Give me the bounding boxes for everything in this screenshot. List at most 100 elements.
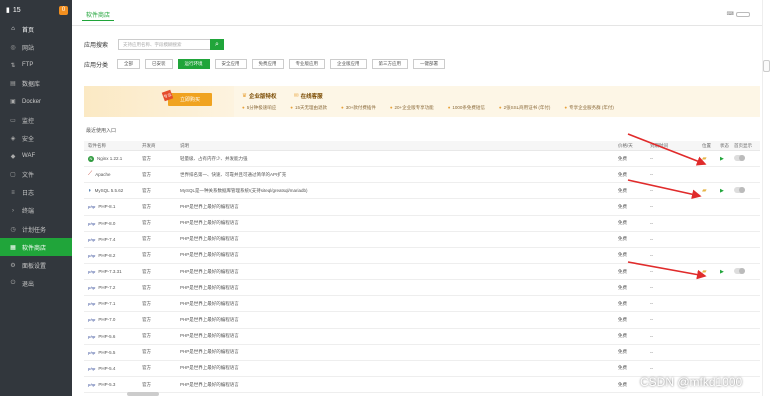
database-icon: ▤ — [10, 81, 16, 88]
table-row[interactable]: php PHP-7.3.31 官方 PHP是世界上最好的编程语言 免费 -- ▰ ▶ — [84, 264, 760, 281]
sidebar-item-10[interactable]: › 终端 — [0, 202, 72, 220]
cell-name[interactable]: php PHP-7.1 — [84, 301, 142, 306]
sidebar-item-12[interactable]: ▦ 软件商店 — [0, 238, 72, 257]
category-button[interactable]: 运行环境 — [177, 59, 210, 69]
category-button[interactable]: 企业版应用 — [330, 59, 367, 69]
sidebar-item-4[interactable]: ▣ Docker — [0, 93, 72, 111]
sidebar-item-9[interactable]: ≡ 日志 — [0, 184, 72, 202]
cell-home[interactable] — [734, 155, 760, 162]
category-button[interactable]: 安全应用 — [214, 59, 247, 69]
col-location: 位置 — [702, 142, 711, 148]
folder-icon[interactable]: ▰ — [702, 156, 707, 162]
sidebar-item-1[interactable]: ◎ 网站 — [0, 38, 72, 56]
table-row[interactable]: N Nginx 1.22.1 官方 轻量级、占有内存少、并发能力强 免费 -- ▰ ▶ — [84, 151, 760, 168]
cell-name[interactable]: php PHP-7.0 — [84, 317, 142, 322]
cell-name[interactable]: php PHP-5.6 — [84, 334, 142, 339]
banner-title-service[interactable]: ✉ 在线客服 — [294, 92, 323, 100]
cell-status[interactable]: ▶ — [720, 269, 734, 275]
category-button[interactable]: 已安装 — [145, 59, 173, 69]
cell-name[interactable]: php PHP-8.0 — [84, 221, 142, 226]
play-icon[interactable]: ▶ — [720, 156, 724, 162]
home-display-toggle[interactable] — [734, 187, 745, 194]
cell-name[interactable]: ◗ MySQL 5.5.62 — [84, 188, 142, 194]
folder-icon[interactable]: ▰ — [702, 188, 707, 194]
sidebar-item-0[interactable]: ⌂ 首页 — [0, 20, 72, 38]
banner-title1: 企业版特权 — [248, 94, 277, 100]
table-row[interactable]: php PHP-7.0 官方 PHP是世界上最好的编程语言 免费 -- — [84, 312, 760, 329]
sidebar-item-3[interactable]: ▤ 数据库 — [0, 75, 72, 93]
sidebar-item-11[interactable]: ◷ 计划任务 — [0, 220, 72, 238]
cell-name[interactable]: php PHP-8.1 — [84, 204, 142, 209]
cell-location[interactable]: ▰ — [702, 268, 720, 275]
cell-name[interactable]: php PHP-5.5 — [84, 350, 142, 355]
top-right-tools[interactable]: ⌨ — [727, 11, 750, 17]
category-button[interactable]: 一键部署 — [413, 59, 445, 69]
cell-name[interactable]: php PHP-8.2 — [84, 253, 142, 258]
sidebar-item-14[interactable]: ⏻ 退出 — [0, 275, 72, 293]
sidebar-item-5[interactable]: ▭ 监控 — [0, 111, 72, 129]
cell-desc: PHP是世界上最好的编程语言 — [180, 365, 239, 371]
table-row[interactable]: php PHP-7.2 官方 PHP是世界上最好的编程语言 免费 -- — [84, 280, 760, 297]
software-name: PHP-7.4 — [98, 236, 116, 242]
cell-name[interactable]: php PHP-5.3 — [84, 382, 142, 387]
php-icon: php — [88, 252, 96, 258]
cell-name[interactable]: php PHP-7.2 — [84, 285, 142, 290]
table-row[interactable]: ◗ MySQL 5.5.62 官方 MySQL是一种关系数据库管理系统!(支持site… — [84, 183, 760, 200]
home-display-toggle[interactable] — [734, 155, 745, 162]
play-icon[interactable]: ▶ — [720, 188, 724, 194]
cell-desc: PHP是世界上最好的编程语言 — [180, 381, 239, 387]
cell-desc: PHP是世界上最好的编程语言 — [180, 333, 239, 339]
sidebar-item-7[interactable]: ◆ WAF — [0, 147, 72, 165]
table-row[interactable]: php PHP-8.2 官方 PHP是世界上最好的编程语言 免费 -- — [84, 248, 760, 264]
cell-dev: 官方 — [142, 349, 151, 355]
table-row[interactable]: ⟋ Apache 官方 世界排名第一、快速、可靠并且可通过简单的API扩充 免费 -- — [84, 167, 760, 184]
cell-dev: 官方 — [142, 381, 151, 387]
sidebar-item-2[interactable]: ⇅ FTP — [0, 56, 72, 74]
sidebar-item-6[interactable]: ◈ 安全 — [0, 129, 72, 147]
cell-name[interactable]: php PHP-7.3.31 — [84, 269, 142, 274]
table-row[interactable]: php PHP-8.0 官方 PHP是世界上最好的编程语言 免费 -- — [84, 216, 760, 232]
play-icon[interactable]: ▶ — [720, 269, 724, 275]
sidebar-item-label: 首页 — [22, 27, 35, 34]
sidebar-item-label: 文件 — [22, 173, 35, 180]
cell-name[interactable]: php PHP-7.4 — [84, 237, 142, 242]
cell-name[interactable]: ⟋ Apache — [84, 171, 142, 178]
side-button[interactable] — [763, 60, 770, 72]
category-button[interactable]: 免费应用 — [251, 59, 284, 69]
horizontal-scrollbar[interactable] — [127, 392, 159, 396]
tab-software-store[interactable]: 软件商店 — [81, 10, 115, 21]
sidebar-item-13[interactable]: ⚙ 面板设置 — [0, 256, 72, 274]
table-row[interactable]: php PHP-5.6 官方 PHP是世界上最好的编程语言 免费 -- — [84, 329, 760, 345]
sidebar-item-label: 终端 — [22, 209, 35, 216]
cell-status[interactable]: ▶ — [720, 188, 734, 194]
category-button[interactable]: 第三方应用 — [371, 59, 408, 69]
cell-name[interactable]: N Nginx 1.22.1 — [84, 155, 142, 162]
cell-dev: 官方 — [142, 220, 151, 226]
home-display-toggle[interactable] — [734, 268, 745, 275]
cell-price: 免费 — [618, 365, 627, 371]
search-icon: ⌕ — [215, 40, 219, 48]
table-row[interactable]: php PHP-8.1 官方 PHP是世界上最好的编程语言 免费 -- — [84, 199, 760, 216]
cell-status[interactable]: ▶ — [720, 156, 734, 162]
cell-location[interactable]: ▰ — [702, 155, 720, 162]
buy-now-button[interactable]: 立即购买 — [168, 93, 212, 106]
notification-badge[interactable]: 0 — [59, 5, 68, 15]
cell-price: 免费 — [618, 171, 627, 177]
ftp-icon: ⇅ — [10, 62, 16, 69]
cell-home[interactable] — [734, 268, 760, 275]
folder-icon[interactable]: ▰ — [702, 269, 707, 275]
cell-name[interactable]: php PHP-5.4 — [84, 366, 142, 371]
search-input[interactable]: 支持应用名称、字段模糊搜索 — [118, 39, 210, 50]
cell-dev: 官方 — [142, 187, 151, 193]
cell-location[interactable]: ▰ — [702, 187, 720, 194]
search-button[interactable]: ⌕ — [210, 39, 224, 50]
table-row[interactable]: php PHP-7.4 官方 PHP是世界上最好的编程语言 免费 -- — [84, 232, 760, 248]
software-name: PHP-5.3 — [98, 382, 116, 388]
category-button[interactable]: 全部 — [117, 59, 140, 69]
table-row[interactable]: php PHP-5.5 官方 PHP是世界上最好的编程语言 免费 -- — [84, 345, 760, 361]
sidebar-item-8[interactable]: ▢ 文件 — [0, 166, 72, 184]
php-icon: php — [88, 365, 96, 371]
cell-home[interactable] — [734, 187, 760, 194]
category-button[interactable]: 专业版应用 — [288, 59, 325, 69]
table-row[interactable]: php PHP-7.1 官方 PHP是世界上最好的编程语言 免费 -- — [84, 296, 760, 313]
